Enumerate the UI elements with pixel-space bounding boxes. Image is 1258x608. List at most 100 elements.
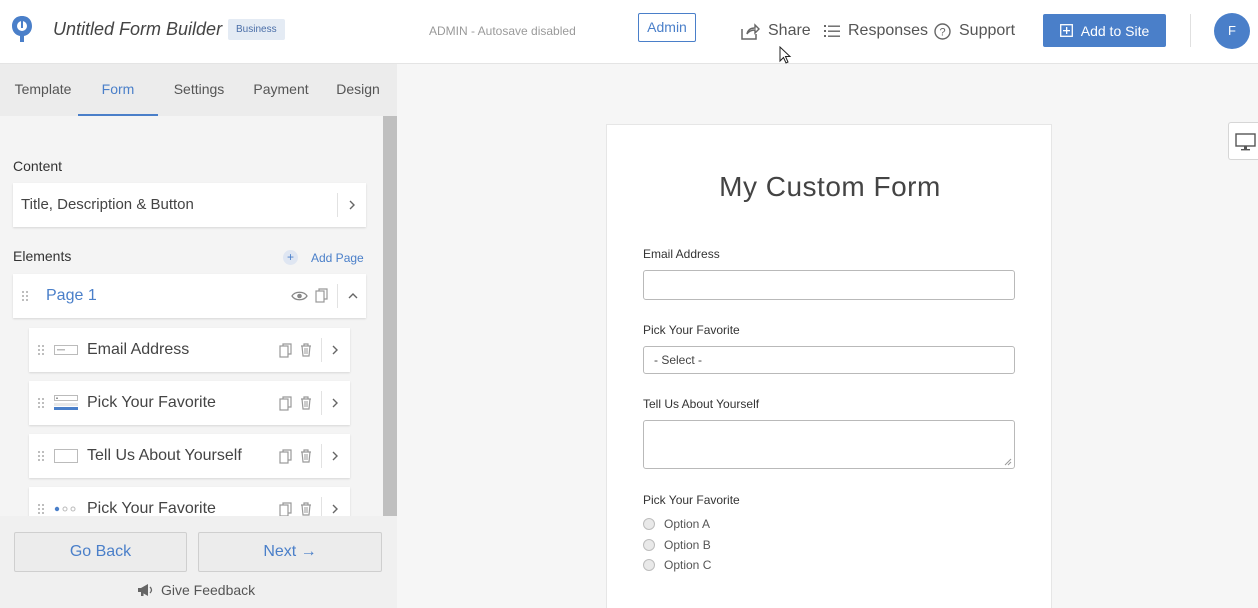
tab-settings[interactable]: Settings [162,64,236,116]
sidebar-scroll-area[interactable]: Content Title, Description & Button Elem… [0,116,383,516]
trash-icon[interactable] [300,396,312,410]
drag-handle-icon[interactable] [37,503,45,515]
desktop-preview-button[interactable] [1228,122,1258,160]
element-label: Tell Us About Yourself [87,447,242,464]
content-item-title-description[interactable]: Title, Description & Button [13,183,366,227]
trash-icon[interactable] [300,343,312,357]
chevron-right-icon [349,200,355,210]
dropdown-icon [54,395,78,410]
tab-template[interactable]: Template [0,64,86,116]
content-heading: Content [13,158,63,174]
page-1-header[interactable]: Page 1 [13,274,366,318]
card-divider [337,193,338,217]
next-button[interactable]: Next → [198,532,382,572]
responses-label: Responses [848,22,929,39]
header-divider [1190,14,1191,47]
element-label: Email Address [87,341,190,358]
radio-button[interactable] [643,539,655,551]
mouse-cursor-icon [779,46,792,64]
radio-option[interactable]: Option A [643,517,710,531]
page-title[interactable]: Page 1 [46,287,97,305]
plus-square-icon [1059,24,1073,37]
about-label: Tell Us About Yourself [643,397,760,411]
radio-option-label: Option A [664,517,711,531]
megaphone-icon [138,584,153,596]
element-pick-your-favorite-dropdown[interactable]: Pick Your Favorite [29,381,350,425]
add-page-button[interactable]: + Add Page [283,250,364,265]
radio-group-icon [54,506,76,512]
copy-icon[interactable] [279,502,292,516]
chevron-right-icon[interactable] [331,397,339,409]
chevron-right-icon[interactable] [331,503,339,515]
add-page-label: Add Page [311,250,364,265]
feedback-label: Give Feedback [161,582,256,598]
eye-icon[interactable] [291,290,308,302]
text-input-icon [54,345,78,355]
radio-option[interactable]: Option B [643,538,711,552]
trash-icon[interactable] [300,449,312,463]
trash-icon[interactable] [300,502,312,516]
element-pick-your-favorite-radio[interactable]: Pick Your Favorite [29,487,350,516]
share-link[interactable]: Share [741,21,811,41]
copy-icon[interactable] [279,449,292,464]
sidebar-footer: Go Back Next → Give Feedback [0,516,397,608]
element-label: Pick Your Favorite [87,394,216,411]
drag-handle-icon[interactable] [37,450,45,462]
radio-button[interactable] [643,518,655,530]
email-label: Email Address [643,247,720,261]
radio-option[interactable]: Option C [643,558,711,572]
tab-form[interactable]: Form [78,64,158,116]
drag-handle-icon[interactable] [21,290,29,302]
form-preview-card: My Custom Form Email Address Pick Your F… [606,124,1052,608]
favorite-select[interactable]: - Select - [643,346,1015,374]
user-avatar[interactable]: F [1214,13,1250,49]
chevron-right-icon[interactable] [331,344,339,356]
svg-text:?: ? [939,26,945,38]
plan-badge: Business [228,19,285,40]
favorite-label: Pick Your Favorite [643,323,740,337]
sidebar-scrollbar[interactable] [383,116,397,516]
card-divider [321,444,322,468]
chevron-right-icon[interactable] [331,450,339,462]
card-divider [321,391,322,415]
copy-icon[interactable] [279,396,292,411]
support-link[interactable]: ? Support [934,21,1015,41]
share-icon [741,22,760,40]
copy-icon[interactable] [315,288,328,303]
radio-option-label: Option C [664,558,712,572]
admin-button[interactable]: Admin [638,13,696,42]
email-field[interactable] [643,270,1015,300]
help-icon: ? [934,22,951,40]
plus-circle-icon: + [283,250,298,265]
go-back-button[interactable]: Go Back [14,532,187,572]
responses-link[interactable]: Responses [824,21,928,41]
radio-button[interactable] [643,559,655,571]
radio-option-label: Option B [664,538,711,552]
card-divider [337,284,338,308]
copy-icon[interactable] [279,343,292,358]
card-divider [321,338,322,362]
about-textarea[interactable] [643,420,1015,469]
element-tell-us-about-yourself[interactable]: Tell Us About Yourself [29,434,350,478]
preview-form-title[interactable]: My Custom Form [607,171,1053,203]
content-item-label: Title, Description & Button [21,196,194,213]
logo-icon[interactable] [10,14,34,44]
element-label: Pick Your Favorite [87,500,216,516]
tab-design[interactable]: Design [326,64,390,116]
list-icon [824,25,840,37]
elements-heading: Elements [13,248,72,264]
radio-group-label: Pick Your Favorite [643,493,740,507]
share-label: Share [768,22,811,39]
monitor-icon [1235,133,1256,151]
add-to-site-button[interactable]: Add to Site [1043,14,1166,47]
form-title[interactable]: Untitled Form Builder [53,19,222,40]
resize-handle-icon[interactable] [1004,458,1012,466]
drag-handle-icon[interactable] [37,397,45,409]
drag-handle-icon[interactable] [37,344,45,356]
chevron-up-icon[interactable] [347,292,359,300]
card-divider [321,497,322,516]
give-feedback-link[interactable]: Give Feedback [137,582,255,598]
top-header: Untitled Form Builder Business ADMIN - A… [0,0,1258,64]
element-email-address[interactable]: Email Address [29,328,350,372]
tab-payment[interactable]: Payment [244,64,318,116]
